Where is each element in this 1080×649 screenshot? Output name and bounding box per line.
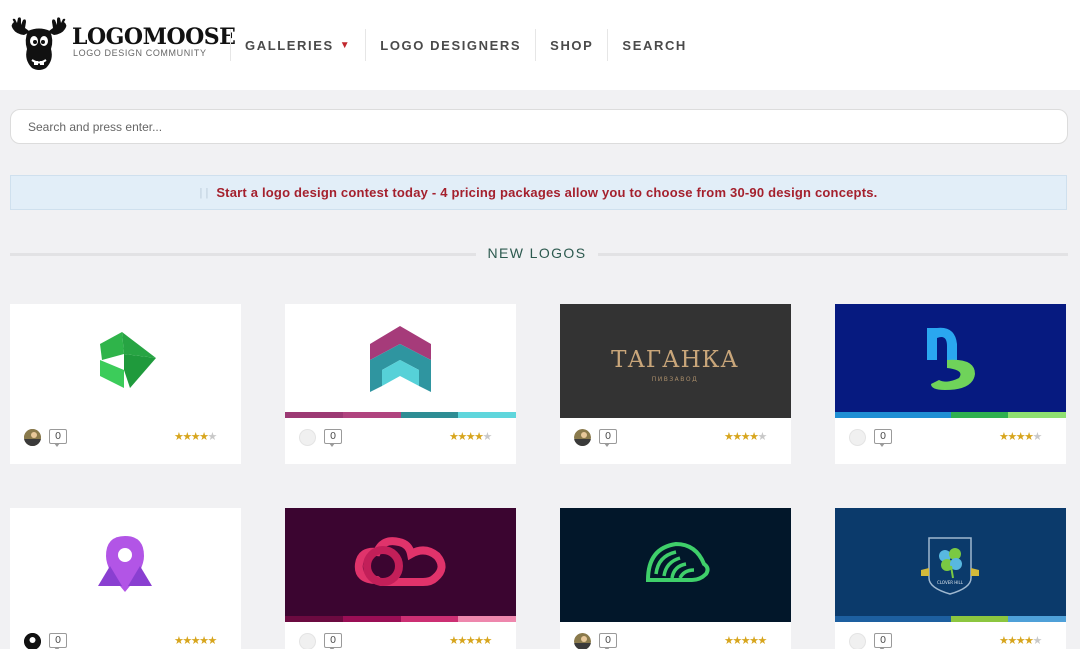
logo-thumbnail[interactable] [285, 304, 516, 418]
search-input[interactable] [10, 109, 1068, 144]
comment-bubble-icon[interactable]: 0 [599, 429, 617, 447]
avatar[interactable] [24, 429, 41, 446]
star-rating: ★★★★★ [174, 430, 217, 443]
chevron-down-icon: ▼ [339, 39, 352, 51]
logo-wordmark: ТАГАНКА [611, 347, 739, 373]
star-rating: ★★★★★ [999, 430, 1042, 443]
nav-item-search[interactable]: SEARCH [608, 38, 701, 53]
logo-card-meta: 0 ★★★★★ [285, 418, 516, 464]
nav-item-logo-designers[interactable]: LOGO DESIGNERS [366, 38, 535, 53]
star-rating: ★★★★★ [724, 634, 767, 647]
comment-bubble-icon[interactable]: 0 [49, 429, 67, 447]
nav-item-galleries[interactable]: GALLERIES ▼ [231, 38, 365, 53]
avatar[interactable] [849, 429, 866, 446]
contest-banner: | | Start a logo design contest today - … [10, 175, 1067, 210]
comment-bubble-icon[interactable]: 0 [874, 633, 892, 649]
avatar[interactable] [299, 429, 316, 446]
logo-card[interactable]: ТАГАНКА ПИВЗАВОД 0 ★★★★★ [560, 304, 791, 464]
avatar[interactable] [299, 633, 316, 649]
logo-card[interactable]: 0 ★★★★★ [835, 304, 1066, 464]
moose-head-icon [11, 17, 67, 70]
main-nav: GALLERIES ▼ LOGO DESIGNERS SHOP SEARCH [230, 28, 701, 62]
logo-artwork-taganka: ТАГАНКА ПИВЗАВОД [611, 347, 739, 383]
site-header: LOGOMOOSE LOGO DESIGN COMMUNITY GALLERIE… [0, 0, 1080, 90]
logo-card[interactable]: 0 ★★★★★ [10, 304, 241, 464]
avatar[interactable] [574, 429, 591, 446]
contest-banner-link[interactable]: Start a logo design contest today - 4 pr… [216, 185, 877, 200]
logo-thumbnail[interactable] [10, 304, 241, 418]
avatar[interactable] [849, 633, 866, 649]
comment-bubble-icon[interactable]: 0 [324, 633, 342, 649]
logo-artwork-arrow-gem [100, 332, 156, 388]
section-divider-left [10, 253, 476, 256]
logo-card-meta: 0 ★★★★★ [835, 418, 1066, 464]
logo-title: LOGOMOOSE [72, 24, 236, 50]
logo-card[interactable]: 0 ★★★★★ [10, 508, 241, 649]
logo-artwork-map-pin [98, 536, 152, 592]
banner-marker-icon: | | [199, 186, 209, 199]
logo-thumbnail[interactable] [285, 508, 516, 622]
section-title: NEW LOGOS [487, 245, 587, 261]
nav-item-label: GALLERIES [245, 37, 334, 53]
logo-thumbnail[interactable] [835, 304, 1066, 418]
star-rating: ★★★★★ [449, 634, 492, 647]
logo-card-meta: 0 ★★★★★ [560, 622, 791, 649]
star-rating: ★★★★★ [174, 634, 217, 647]
logo-card[interactable]: CLOVER HILL 0 ★★★★★ [835, 508, 1066, 649]
logo-card-meta: 0 ★★★★★ [285, 622, 516, 649]
logo-subtitle: LOGO DESIGN COMMUNITY [73, 48, 207, 58]
logo-card-meta: 0 ★★★★★ [560, 418, 791, 464]
logo-artwork-hedgehog [645, 541, 710, 582]
nav-item-shop[interactable]: SHOP [536, 38, 607, 53]
logo-artwork-chevron-a [370, 326, 431, 392]
comment-bubble-icon[interactable]: 0 [599, 633, 617, 649]
logo-artwork-cloud [354, 537, 446, 586]
logo-card[interactable]: 0 ★★★★★ [285, 508, 516, 649]
star-rating: ★★★★★ [724, 430, 767, 443]
logo-card-meta: 0 ★★★★★ [10, 418, 241, 464]
logo-thumbnail[interactable] [10, 508, 241, 622]
logo-artwork-letter-n [927, 327, 975, 390]
star-rating: ★★★★★ [999, 634, 1042, 647]
section-divider-right [598, 253, 1068, 256]
logo-artwork-clover-shield: CLOVER HILL [921, 537, 979, 595]
logo-card-meta: 0 ★★★★★ [835, 622, 1066, 649]
comment-bubble-icon[interactable]: 0 [324, 429, 342, 447]
logo-thumbnail[interactable] [560, 508, 791, 622]
site-logo[interactable]: LOGOMOOSE LOGO DESIGN COMMUNITY [10, 16, 236, 74]
logo-thumbnail[interactable]: ТАГАНКА ПИВЗАВОД [560, 304, 791, 418]
logo-card[interactable]: 0 ★★★★★ [560, 508, 791, 649]
avatar[interactable] [574, 633, 591, 649]
comment-bubble-icon[interactable]: 0 [874, 429, 892, 447]
logo-wordmark-sub: ПИВЗАВОД [652, 376, 699, 383]
logo-thumbnail[interactable]: CLOVER HILL [835, 508, 1066, 622]
logo-wordmark: CLOVER HILL [937, 580, 964, 585]
logo-card-meta: 0 ★★★★★ [10, 622, 241, 649]
avatar[interactable] [24, 633, 41, 649]
logo-card[interactable]: 0 ★★★★★ [285, 304, 516, 464]
star-rating: ★★★★★ [449, 430, 492, 443]
comment-bubble-icon[interactable]: 0 [49, 633, 67, 649]
